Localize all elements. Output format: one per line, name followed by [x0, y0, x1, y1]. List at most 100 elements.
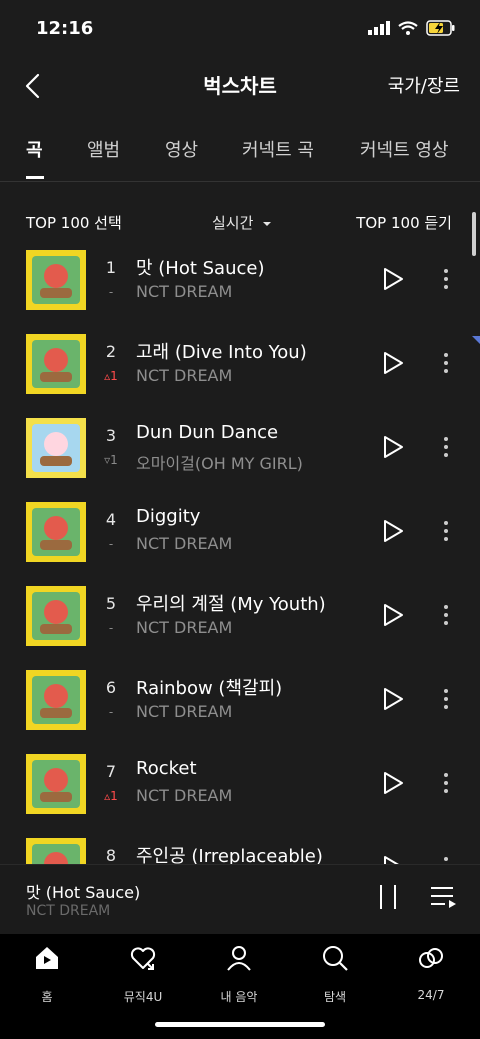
song-title: Diggity	[136, 506, 201, 527]
album-art	[26, 670, 86, 730]
tab-home[interactable]: 홈	[7, 944, 87, 1005]
period-label: 실시간	[212, 214, 254, 232]
play-button[interactable]	[380, 518, 406, 544]
song-artist: NCT DREAM	[136, 702, 233, 721]
song-row[interactable]: 4 - Diggity NCT DREAM	[0, 500, 480, 584]
more-vertical-icon	[444, 773, 448, 793]
more-vertical-icon	[444, 353, 448, 373]
play-button[interactable]	[380, 854, 406, 864]
more-options-button[interactable]	[436, 602, 456, 628]
more-options-button[interactable]	[436, 350, 456, 376]
play-button[interactable]	[380, 266, 406, 292]
rank-change: -	[108, 705, 114, 719]
tab-my-music[interactable]: 내 음악	[199, 944, 279, 1005]
play-icon	[384, 352, 403, 374]
tab-connect-videos[interactable]: 커넥트 영상	[360, 136, 449, 162]
tab-videos[interactable]: 영상	[165, 136, 198, 162]
rank-change: ▵1	[104, 789, 118, 803]
more-vertical-icon	[444, 857, 448, 861]
rank-change: -	[108, 285, 114, 299]
rank-change: -	[108, 621, 114, 635]
album-art	[26, 586, 86, 646]
tab-connect-songs[interactable]: 커넥트 곡	[242, 136, 314, 162]
more-options-button[interactable]	[436, 266, 456, 292]
pause-button[interactable]	[376, 883, 400, 911]
home-indicator	[155, 1022, 325, 1027]
song-row[interactable]: 5 - 우리의 계절 (My Youth) NCT DREAM	[0, 584, 480, 668]
chart-options-bar: TOP 100 선택 실시간 TOP 100 듣기	[0, 212, 480, 240]
song-title: Dun Dun Dance	[136, 422, 279, 443]
album-art	[26, 250, 86, 310]
song-row[interactable]: 2 ▵1 고래 (Dive Into You) NCT DREAM	[0, 332, 480, 416]
rank-change: ▵1	[104, 369, 118, 383]
rank-change: -	[108, 537, 114, 551]
song-row[interactable]: 8 주인공 (Irreplaceable)	[0, 836, 480, 864]
tab-explore[interactable]: 탐색	[295, 944, 375, 1005]
status-icons	[368, 20, 456, 36]
song-title: Rocket	[136, 758, 197, 779]
wifi-icon	[398, 21, 418, 35]
more-vertical-icon	[444, 605, 448, 625]
top100-select-button[interactable]: TOP 100 선택	[26, 212, 122, 233]
song-list: 1 - 맛 (Hot Sauce) NCT DREAM 2 ▵1 고래 (Div…	[0, 248, 480, 864]
song-artist: NCT DREAM	[136, 366, 233, 385]
song-artist: NCT DREAM	[136, 534, 233, 553]
play-icon	[384, 268, 403, 290]
battery-icon	[426, 20, 455, 36]
signal-icon	[368, 21, 390, 35]
rank-number: 5	[105, 594, 117, 613]
home-icon	[36, 947, 58, 969]
more-vertical-icon	[444, 269, 448, 289]
play-button[interactable]	[380, 350, 406, 376]
tab-albums[interactable]: 앨범	[87, 136, 120, 162]
playlist-button[interactable]	[430, 885, 458, 909]
song-row[interactable]: 7 ▵1 Rocket NCT DREAM	[0, 752, 480, 836]
more-vertical-icon	[444, 689, 448, 709]
play-icon	[384, 772, 403, 794]
rank-number: 8	[105, 846, 117, 864]
song-row[interactable]: 6 - Rainbow (책갈피) NCT DREAM	[0, 668, 480, 752]
album-art	[26, 334, 86, 394]
tab-songs[interactable]: 곡	[26, 136, 43, 162]
now-playing-title: 맛 (Hot Sauce)	[26, 883, 141, 902]
song-artist: 오마이걸(OH MY GIRL)	[136, 454, 303, 473]
song-row[interactable]: 1 - 맛 (Hot Sauce) NCT DREAM	[0, 248, 480, 332]
more-options-button[interactable]	[436, 518, 456, 544]
rank-number: 2	[105, 342, 117, 361]
status-time: 12:16	[36, 18, 94, 39]
more-options-button[interactable]	[436, 854, 456, 864]
play-icon	[384, 520, 403, 542]
caret-down-icon	[263, 221, 272, 226]
play-button[interactable]	[380, 686, 406, 712]
play-icon	[384, 436, 403, 458]
mini-player[interactable]: 맛 (Hot Sauce) NCT DREAM	[0, 864, 480, 934]
song-artist: NCT DREAM	[136, 282, 233, 301]
rank-number: 7	[105, 762, 117, 781]
period-dropdown[interactable]: 실시간	[212, 212, 272, 233]
now-playing-artist: NCT DREAM	[26, 903, 111, 919]
more-vertical-icon	[444, 521, 448, 541]
tab-music4u[interactable]: 뮤직4U	[103, 944, 183, 1005]
album-art	[26, 838, 86, 864]
album-art	[26, 418, 86, 478]
tab-247-label: 24/7	[417, 988, 445, 1002]
rank-number: 1	[105, 258, 117, 277]
play-button[interactable]	[380, 770, 406, 796]
play-button[interactable]	[380, 434, 406, 460]
rank-number: 6	[105, 678, 117, 697]
top100-play-button[interactable]: TOP 100 듣기	[356, 212, 452, 233]
song-title: Rainbow (책갈피)	[136, 678, 283, 699]
more-options-button[interactable]	[436, 770, 456, 796]
country-genre-button[interactable]: 국가/장르	[388, 72, 460, 98]
song-row[interactable]: 3 ▿1 Dun Dun Dance 오마이걸(OH MY GIRL)	[0, 416, 480, 500]
tab-music4u-label: 뮤직4U	[123, 990, 163, 1004]
tab-247[interactable]: 24/7	[391, 944, 471, 1002]
more-options-button[interactable]	[436, 434, 456, 460]
rank-number: 3	[105, 426, 117, 445]
more-options-button[interactable]	[436, 686, 456, 712]
play-button[interactable]	[380, 602, 406, 628]
pause-icon	[380, 885, 396, 909]
tab-home-label: 홈	[41, 990, 53, 1004]
search-icon	[323, 946, 348, 971]
heart-icon	[130, 947, 156, 970]
